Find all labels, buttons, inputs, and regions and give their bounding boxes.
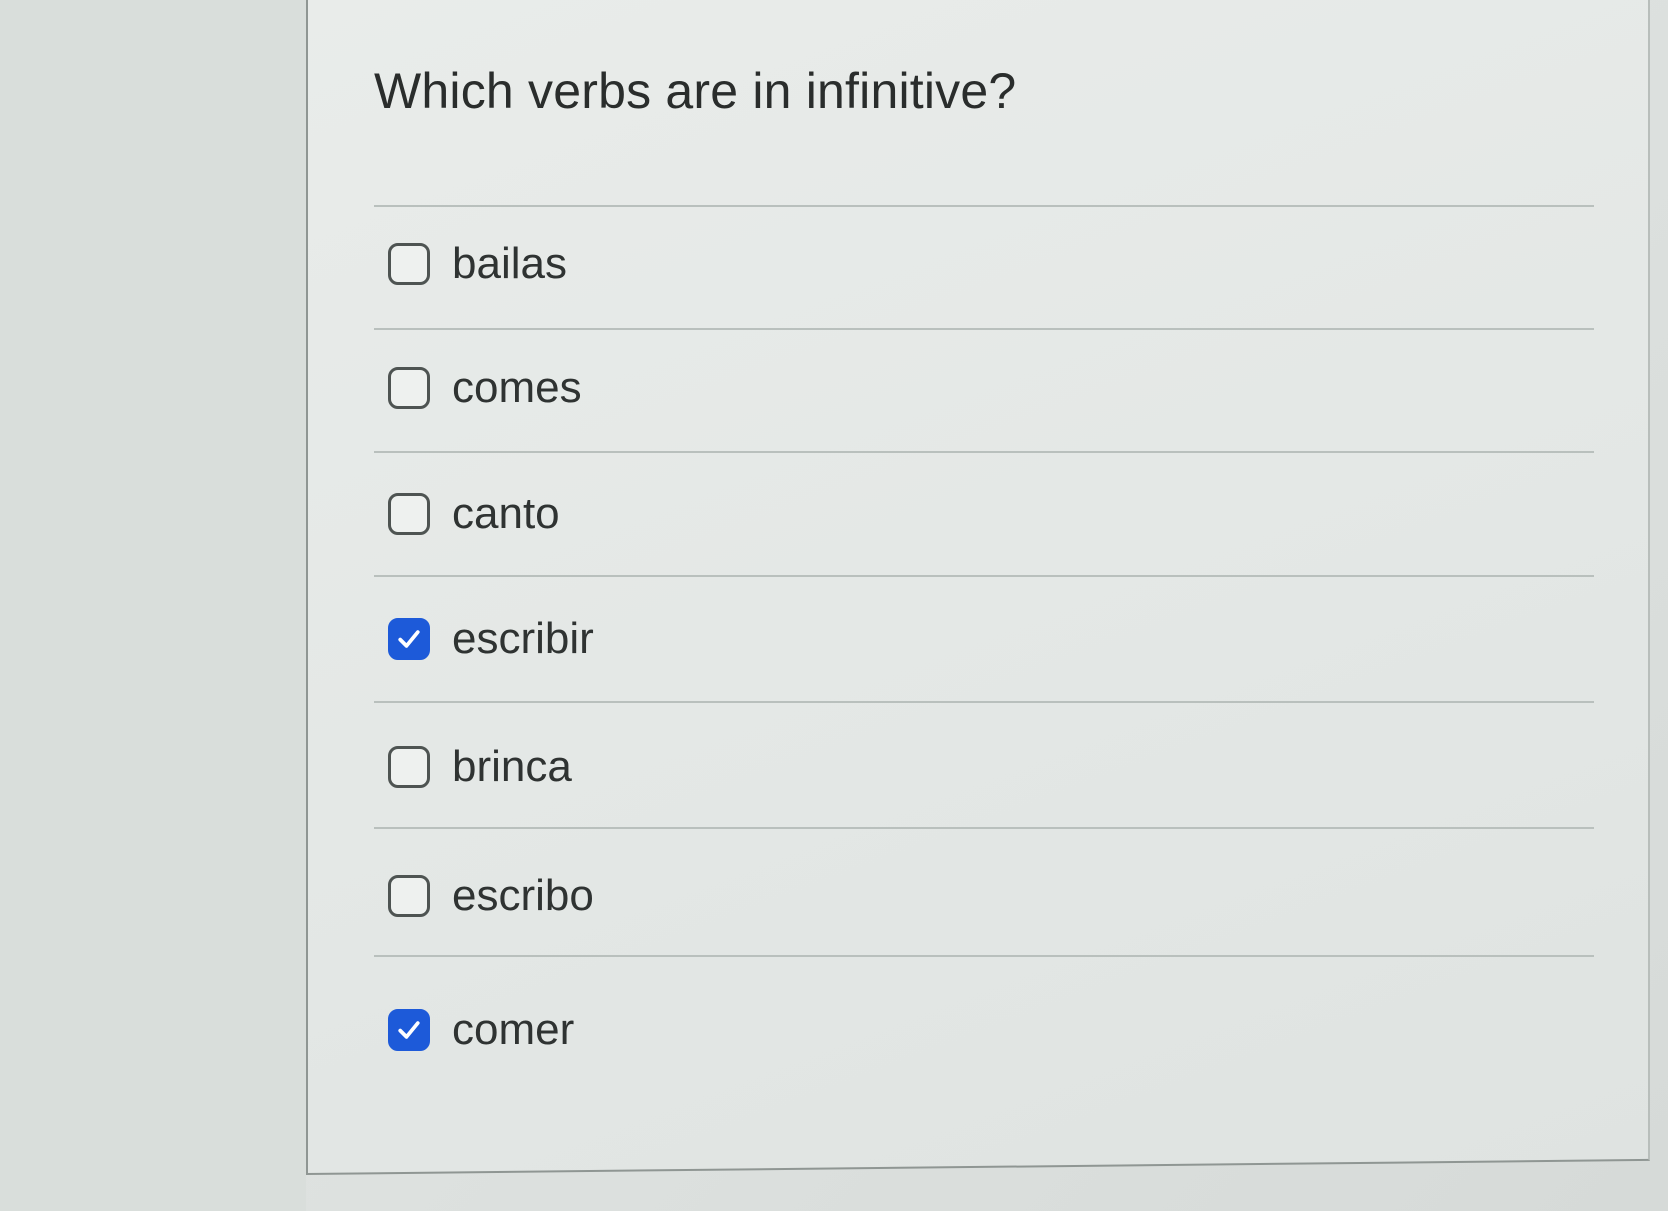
checkmark-icon <box>398 1021 420 1039</box>
option-comer[interactable]: comer <box>388 1000 574 1060</box>
checkbox-comes[interactable] <box>388 367 430 409</box>
divider <box>374 205 1594 207</box>
option-escribir[interactable]: escribir <box>388 609 594 669</box>
option-escribo[interactable]: escribo <box>388 866 594 926</box>
option-label: escribo <box>452 871 594 920</box>
checkbox-canto[interactable] <box>388 493 430 535</box>
option-label: bailas <box>452 239 567 288</box>
option-label: canto <box>452 489 560 538</box>
page-margin <box>0 0 306 1211</box>
option-brinca[interactable]: brinca <box>388 737 572 797</box>
option-label: comer <box>452 1005 575 1054</box>
option-comes[interactable]: comes <box>388 358 582 418</box>
divider <box>374 328 1594 330</box>
checkbox-escribo[interactable] <box>388 875 430 917</box>
checkbox-bailas[interactable] <box>388 243 430 285</box>
checkbox-comer[interactable] <box>388 1009 430 1051</box>
question-card <box>306 0 1650 1175</box>
divider <box>374 451 1594 453</box>
option-label: comes <box>452 363 582 412</box>
option-bailas[interactable]: bailas <box>388 234 567 294</box>
screen: Which verbs are in infinitive? bailas co… <box>0 0 1668 1211</box>
option-canto[interactable]: canto <box>388 484 560 544</box>
option-label: escribir <box>452 614 594 663</box>
divider <box>374 701 1594 703</box>
divider <box>374 955 1594 957</box>
checkbox-escribir[interactable] <box>388 618 430 660</box>
divider <box>374 575 1594 577</box>
option-label: brinca <box>452 742 572 791</box>
checkmark-icon <box>398 630 420 648</box>
divider <box>374 827 1594 829</box>
question-title: Which verbs are in infinitive? <box>374 63 1017 119</box>
checkbox-brinca[interactable] <box>388 746 430 788</box>
